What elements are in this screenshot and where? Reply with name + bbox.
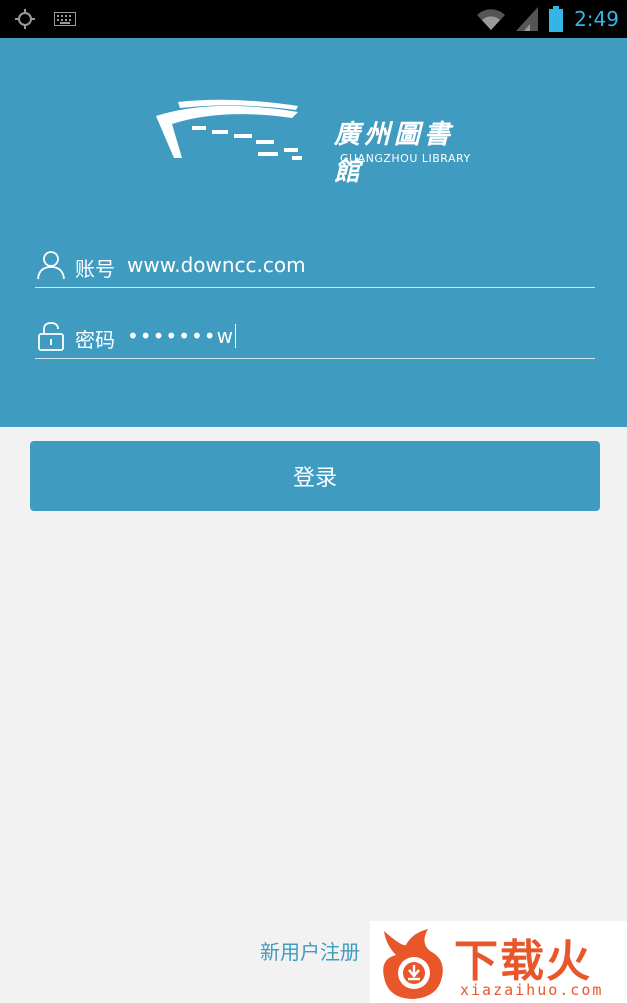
logo-english-title: GUANGZHOU LIBRARY [340,152,471,165]
status-bar: 2:49 [0,0,627,38]
account-label: 账号 [75,257,115,281]
logo-chinese-title: 廣州圖書館 [334,120,455,187]
library-building-icon [156,99,302,160]
status-right-icons: 2:49 [476,6,619,32]
password-field[interactable]: 密码 •••••••w [35,312,595,359]
watermark-url: xiazaihuo.com [460,981,604,999]
login-button[interactable]: 登录 [30,441,600,511]
flame-logo-icon [383,929,443,999]
register-link[interactable]: 新用户注册 [260,936,360,965]
account-input[interactable]: www.downcc.com [127,253,306,277]
password-input[interactable]: •••••••w [127,324,236,348]
login-header: 廣州圖書館 GUANGZHOU LIBRARY 账号 www.downcc.co… [0,38,627,427]
watermark-title: 下载火 [454,936,592,987]
clock: 2:49 [574,7,619,31]
battery-icon [549,6,564,32]
text-caret [234,324,236,348]
library-logo: 廣州圖書館 GUANGZHOU LIBRARY [152,96,482,187]
user-icon [37,251,65,280]
gps-icon [15,9,35,29]
watermark-badge: 下载火 xiazaihuo.com [370,921,627,1003]
password-label: 密码 [75,328,115,352]
status-left-icons [14,8,76,30]
keyboard-icon [54,12,76,26]
password-masked-value: •••••••w [127,324,234,348]
account-field[interactable]: 账号 www.downcc.com [35,241,595,288]
signal-icon [516,7,539,31]
wifi-icon [477,9,506,30]
lock-icon [38,322,64,351]
